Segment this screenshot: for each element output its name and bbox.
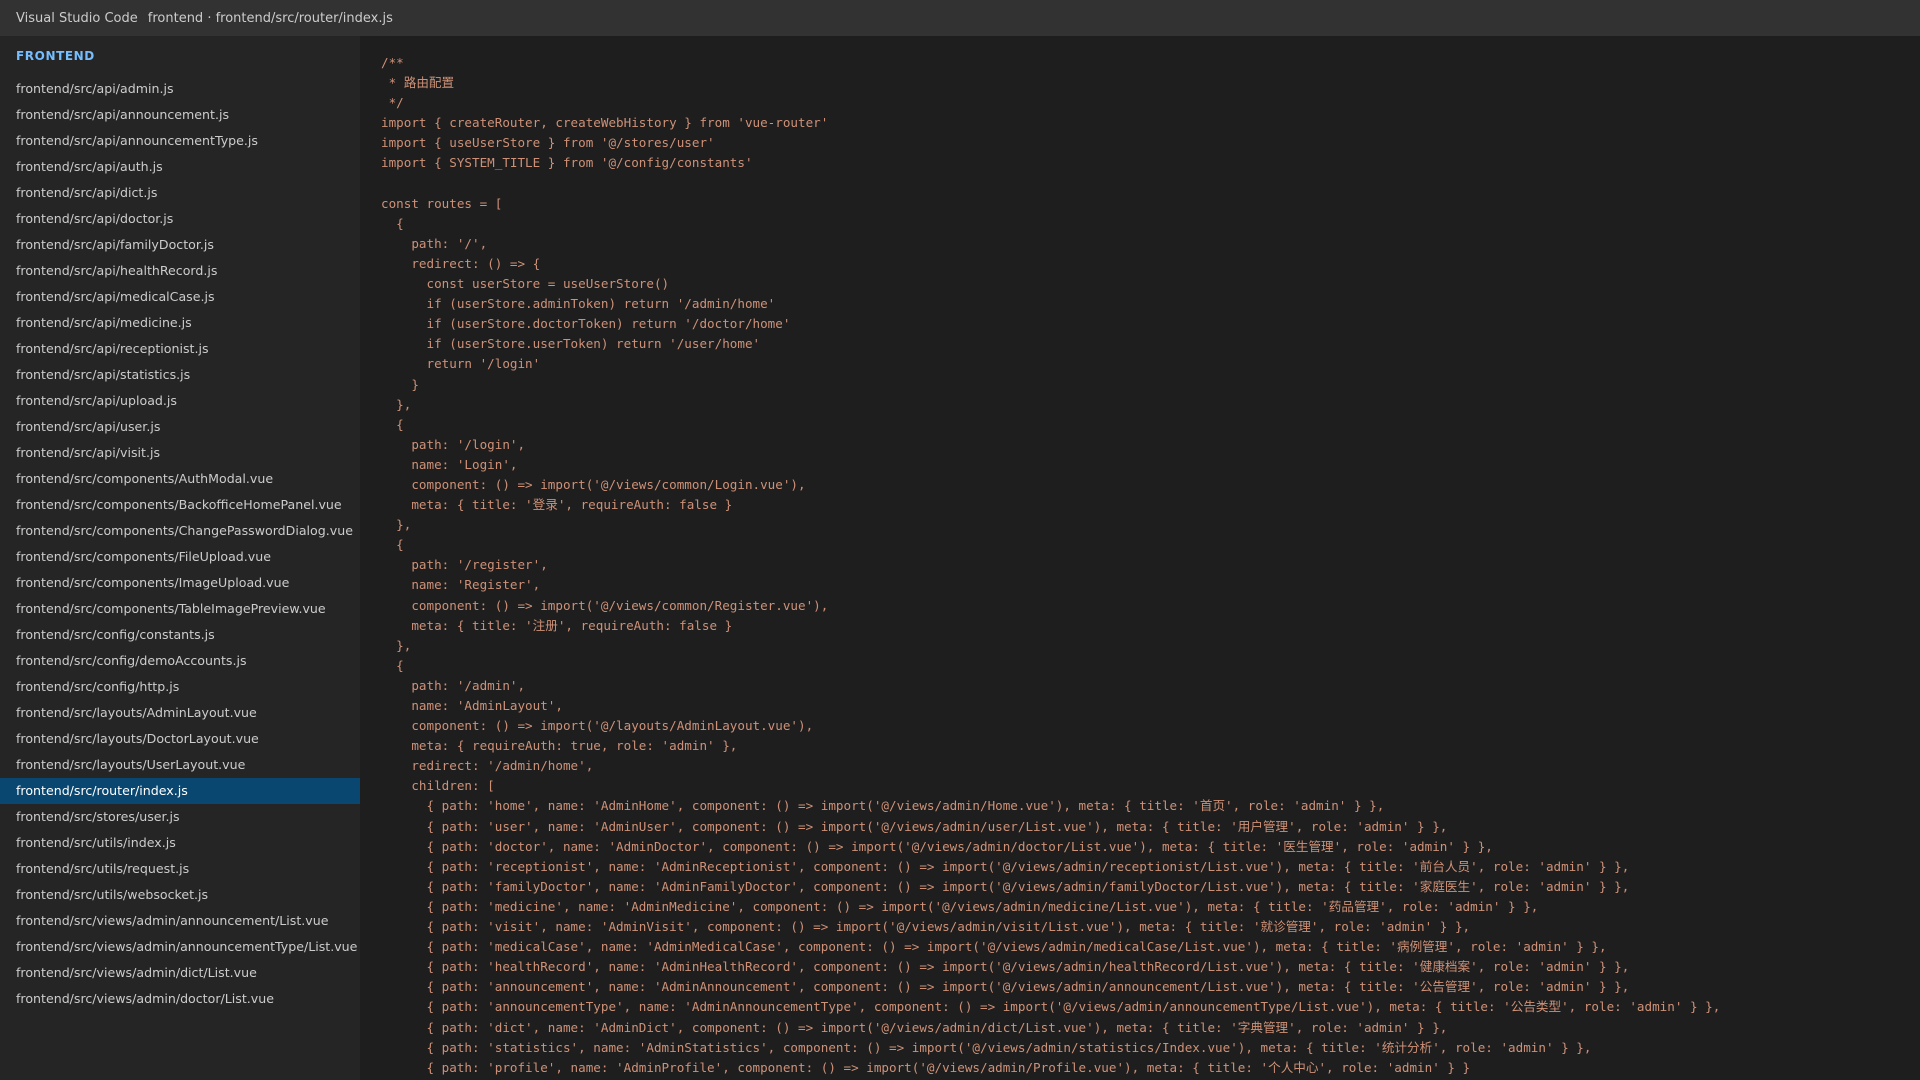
code-line: if (userStore.adminToken) return '/admin… (381, 296, 776, 312)
file-item[interactable]: frontend/src/utils/request.js (0, 856, 360, 882)
explorer-sidebar: FRONTEND frontend/src/api/admin.js fronte… (0, 36, 360, 1080)
code-line: import { useUserStore } from '@/stores/u… (381, 135, 715, 151)
code-line: const userStore = useUserStore() (381, 276, 670, 292)
file-item[interactable]: frontend/src/api/admin.js (0, 76, 360, 102)
window-title: frontend · frontend/src/router/index.js (147, 10, 393, 26)
explorer-header[interactable]: FRONTEND (0, 36, 360, 76)
code-line: path: '/admin', (381, 677, 526, 693)
code-line: { (381, 416, 404, 432)
code-line: }, (381, 517, 412, 533)
code-line: }, (381, 637, 412, 653)
code-line: { (381, 537, 404, 553)
file-item[interactable]: frontend/src/components/ChangePasswordDi… (0, 518, 360, 544)
code-line: name: 'Login', (381, 456, 518, 472)
file-item[interactable]: frontend/src/config/demoAccounts.js (0, 648, 360, 674)
file-item[interactable]: frontend/src/components/FileUpload.vue (0, 544, 360, 570)
code-line: path: '/register', (381, 557, 548, 573)
code-line: return '/login' (381, 356, 541, 372)
code-line: import { SYSTEM_TITLE } from '@/config/c… (381, 155, 753, 171)
file-item[interactable]: frontend/src/api/receptionist.js (0, 336, 360, 362)
file-item[interactable]: frontend/src/api/auth.js (0, 154, 360, 180)
code-line: meta: { requireAuth: true, role: 'admin'… (381, 738, 738, 754)
code-line: /** (381, 55, 404, 70)
code-line: { (381, 657, 404, 673)
code-line: }, (381, 396, 412, 412)
file-item[interactable]: frontend/src/config/constants.js (0, 622, 360, 648)
file-item[interactable]: frontend/src/components/TableImagePrevie… (0, 596, 360, 622)
file-item[interactable]: frontend/src/config/http.js (0, 674, 360, 700)
code-line: meta: { title: '登录', requireAuth: false … (381, 497, 733, 513)
code-line: path: '/', (381, 235, 488, 251)
code-line: { path: 'dict', name: 'AdminDict', compo… (381, 1019, 1448, 1035)
code-line: component: () => import('@/views/common/… (381, 476, 806, 492)
file-item[interactable]: frontend/src/views/admin/announcementTyp… (0, 934, 360, 960)
file-item[interactable]: frontend/src/layouts/UserLayout.vue (0, 752, 360, 778)
file-item[interactable]: frontend/src/api/healthRecord.js (0, 258, 360, 284)
code-line: children: [ (381, 778, 495, 794)
file-item[interactable]: frontend/src/api/dict.js (0, 180, 360, 206)
code-line: redirect: () => { (381, 255, 541, 271)
code-line: redirect: '/admin/home', (381, 758, 594, 774)
file-item[interactable]: frontend/src/stores/user.js (0, 804, 360, 830)
code-line: { path: 'medicalCase', name: 'AdminMedic… (381, 939, 1607, 955)
code-line: */ (381, 95, 404, 111)
code-line: { path: 'statistics', name: 'AdminStatis… (381, 1039, 1592, 1055)
code-line: { path: 'doctor', name: 'AdminDoctor', c… (381, 838, 1493, 854)
code-line: } (381, 376, 419, 392)
title-bar: Visual Studio Code frontend · frontend/s… (0, 0, 1920, 36)
code-line: if (userStore.doctorToken) return '/doct… (381, 316, 791, 332)
file-item[interactable]: frontend/src/router/index.js (0, 778, 360, 804)
file-item[interactable]: frontend/src/api/visit.js (0, 440, 360, 466)
code-line: { path: 'profile', name: 'AdminProfile',… (381, 1059, 1471, 1075)
code-line: if (userStore.userToken) return '/user/h… (381, 336, 761, 352)
code-line: component: () => import('@/views/common/… (381, 597, 829, 613)
file-item[interactable]: frontend/src/layouts/DoctorLayout.vue (0, 726, 360, 752)
code-line: name: 'Register', (381, 577, 541, 593)
code-line: import { createRouter, createWebHistory … (381, 115, 829, 131)
file-list: frontend/src/api/admin.js frontend/src/ap… (0, 76, 360, 1012)
code-line: { path: 'home', name: 'AdminHome', compo… (381, 798, 1385, 814)
code-line: path: '/login', (381, 436, 526, 452)
file-item[interactable]: frontend/src/api/medicine.js (0, 310, 360, 336)
code-line: { path: 'announcement', name: 'AdminAnno… (381, 979, 1630, 995)
file-item[interactable]: frontend/src/components/AuthModal.vue (0, 466, 360, 492)
file-item[interactable]: frontend/src/api/medicalCase.js (0, 284, 360, 310)
code-editor[interactable]: /** * 路由配置 */ import { createRouter, crea… (360, 36, 1920, 1080)
file-item[interactable]: frontend/src/views/admin/announcement/Li… (0, 908, 360, 934)
code-line: { (381, 215, 404, 231)
file-item[interactable]: frontend/src/layouts/AdminLayout.vue (0, 700, 360, 726)
code-line: component: () => import('@/layouts/Admin… (381, 718, 814, 734)
code-line: { path: 'healthRecord', name: 'AdminHeal… (381, 959, 1630, 975)
code-line: { path: 'receptionist', name: 'AdminRece… (381, 858, 1630, 874)
file-item[interactable]: frontend/src/api/announcementType.js (0, 128, 360, 154)
file-item[interactable]: frontend/src/api/statistics.js (0, 362, 360, 388)
file-item[interactable]: frontend/src/components/ImageUpload.vue (0, 570, 360, 596)
file-item[interactable]: frontend/src/api/announcement.js (0, 102, 360, 128)
file-item[interactable]: frontend/src/components/BackofficeHomePa… (0, 492, 360, 518)
file-item[interactable]: frontend/src/utils/index.js (0, 830, 360, 856)
vscode-window: Visual Studio Code frontend · frontend/s… (0, 0, 1920, 1080)
code-line: { path: 'announcementType', name: 'Admin… (381, 999, 1721, 1015)
file-item[interactable]: frontend/src/api/doctor.js (0, 206, 360, 232)
file-item[interactable]: frontend/src/utils/websocket.js (0, 882, 360, 908)
file-item[interactable]: frontend/src/views/admin/doctor/List.vue (0, 986, 360, 1012)
code-line: { path: 'user', name: 'AdminUser', compo… (381, 818, 1448, 834)
app-name: Visual Studio Code (16, 10, 138, 26)
file-item[interactable]: frontend/src/api/user.js (0, 414, 360, 440)
code-line: meta: { title: '注册', requireAuth: false … (381, 617, 733, 633)
code-line: * 路由配置 (381, 75, 455, 91)
file-item[interactable]: frontend/src/views/admin/dict/List.vue (0, 960, 360, 986)
file-item[interactable]: frontend/src/api/upload.js (0, 388, 360, 414)
code-line: name: 'AdminLayout', (381, 698, 563, 713)
code-line: { path: 'medicine', name: 'AdminMedicine… (381, 898, 1539, 914)
code-line: { path: 'visit', name: 'AdminVisit', com… (381, 919, 1471, 935)
file-item[interactable]: frontend/src/api/familyDoctor.js (0, 232, 360, 258)
code-line: { path: 'familyDoctor', name: 'AdminFami… (381, 878, 1630, 894)
code-content[interactable]: /** * 路由配置 */ import { createRouter, crea… (381, 53, 1720, 1078)
code-line: const routes = [ (381, 195, 503, 211)
